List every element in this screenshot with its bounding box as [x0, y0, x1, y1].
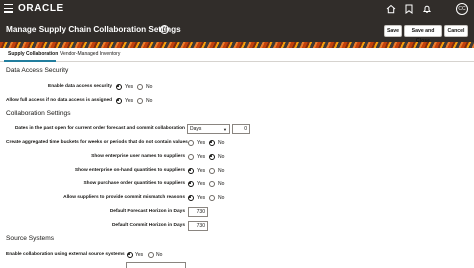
show-user-names-yes-label[interactable]: Yes: [197, 154, 205, 160]
menu-icon[interactable]: [4, 4, 13, 13]
dates-value-input[interactable]: 0: [232, 124, 250, 134]
aggregated-buckets-no-label[interactable]: No: [218, 140, 224, 146]
allow-full-access-yes-radio[interactable]: [116, 98, 122, 104]
show-po-quantities-no-radio[interactable]: [209, 181, 215, 187]
show-po-quantities-yes-radio[interactable]: [188, 181, 194, 187]
allow-full-access-yes-label[interactable]: Yes: [125, 98, 133, 104]
enable-data-access-no-label[interactable]: No: [146, 84, 152, 90]
commit-mismatch-yes-label[interactable]: Yes: [197, 195, 205, 201]
commit-mismatch-no-radio[interactable]: [209, 195, 215, 201]
tab-bar: Supply Collaboration Vendor-Managed Inve…: [0, 48, 474, 62]
page-header: Manage Supply Chain Collaboration Settin…: [0, 18, 474, 44]
source-systems-table[interactable]: [126, 262, 186, 268]
section-collaboration-settings: Collaboration Settings: [6, 110, 71, 117]
section-source-systems: Source Systems: [6, 235, 55, 242]
favorites-icon[interactable]: [404, 4, 414, 14]
global-header: ORACLE CC: [0, 0, 474, 18]
aggregated-buckets-yes-label[interactable]: Yes: [197, 140, 205, 146]
tab-supply-collaboration[interactable]: Supply Collaboration: [8, 50, 58, 58]
commit-horizon-input[interactable]: 730: [188, 221, 208, 231]
save-and-close-button[interactable]: Save and Close: [404, 25, 442, 44]
external-source-yes-radio[interactable]: [127, 252, 133, 258]
commit-mismatch-no-label[interactable]: No: [218, 195, 224, 201]
page-title: Manage Supply Chain Collaboration Settin…: [6, 25, 181, 34]
external-source-no-label[interactable]: No: [156, 252, 162, 258]
show-po-quantities-no-label[interactable]: No: [218, 181, 224, 187]
allow-full-access-no-radio[interactable]: [137, 98, 143, 104]
external-source-no-radio[interactable]: [148, 252, 154, 258]
commit-mismatch-yes-radio[interactable]: [188, 195, 194, 201]
enable-data-access-yes-label[interactable]: Yes: [125, 84, 133, 90]
allow-full-access-label: Allow full access if no data access is a…: [6, 98, 113, 103]
aggregated-buckets-no-radio[interactable]: [209, 140, 215, 146]
show-user-names-yes-radio[interactable]: [188, 154, 194, 160]
section-data-access-security: Data Access Security: [6, 67, 69, 74]
aggregated-buckets-yes-radio[interactable]: [188, 140, 194, 146]
show-po-quantities-label: Show purchase order quantities to suppli…: [83, 181, 185, 186]
commit-mismatch-label: Allow suppliers to provide commit mismat…: [63, 195, 185, 200]
notifications-icon[interactable]: [422, 4, 432, 14]
forecast-horizon-label: Default Forecast Horizon in Days: [109, 209, 185, 214]
show-on-hand-no-radio[interactable]: [209, 168, 215, 174]
show-user-names-no-radio[interactable]: [209, 154, 215, 160]
dates-unit-select[interactable]: Days ▼: [187, 124, 230, 134]
show-on-hand-yes-label[interactable]: Yes: [197, 168, 205, 174]
aggregated-buckets-label: Create aggregated time buckets for weeks…: [6, 140, 188, 145]
external-source-label: Enable collaboration using external sour…: [6, 252, 125, 257]
show-user-names-no-label[interactable]: No: [218, 154, 224, 160]
enable-data-access-yes-radio[interactable]: [116, 84, 122, 90]
user-avatar[interactable]: CC: [456, 3, 468, 15]
show-on-hand-label: Show enterprise on-hand quantities to su…: [74, 168, 185, 173]
show-po-quantities-yes-label[interactable]: Yes: [197, 181, 205, 187]
show-user-names-label: Show enterprise user names to suppliers: [91, 154, 185, 159]
save-button[interactable]: Save: [384, 25, 402, 37]
forecast-horizon-input[interactable]: 730: [188, 207, 208, 217]
show-on-hand-no-label[interactable]: No: [218, 168, 224, 174]
chevron-down-icon: ▼: [223, 127, 227, 132]
active-tab-indicator: [4, 60, 56, 62]
commit-horizon-label: Default Commit Horizon in Days: [111, 223, 185, 228]
external-source-yes-label[interactable]: Yes: [135, 252, 143, 258]
oracle-logo[interactable]: ORACLE: [18, 3, 64, 15]
allow-full-access-no-label[interactable]: No: [146, 98, 152, 104]
dates-open-label: Dates in the past open for current order…: [14, 126, 185, 131]
enable-data-access-no-radio[interactable]: [137, 84, 143, 90]
enable-data-access-label: Enable data access security: [48, 84, 112, 89]
dates-unit-value: Days: [190, 126, 202, 132]
show-on-hand-yes-radio[interactable]: [188, 168, 194, 174]
tab-vendor-managed-inventory[interactable]: Vendor-Managed Inventory: [60, 50, 120, 58]
cancel-button[interactable]: Cancel: [444, 25, 468, 37]
help-icon[interactable]: ?: [160, 25, 169, 34]
home-icon[interactable]: [386, 4, 396, 14]
